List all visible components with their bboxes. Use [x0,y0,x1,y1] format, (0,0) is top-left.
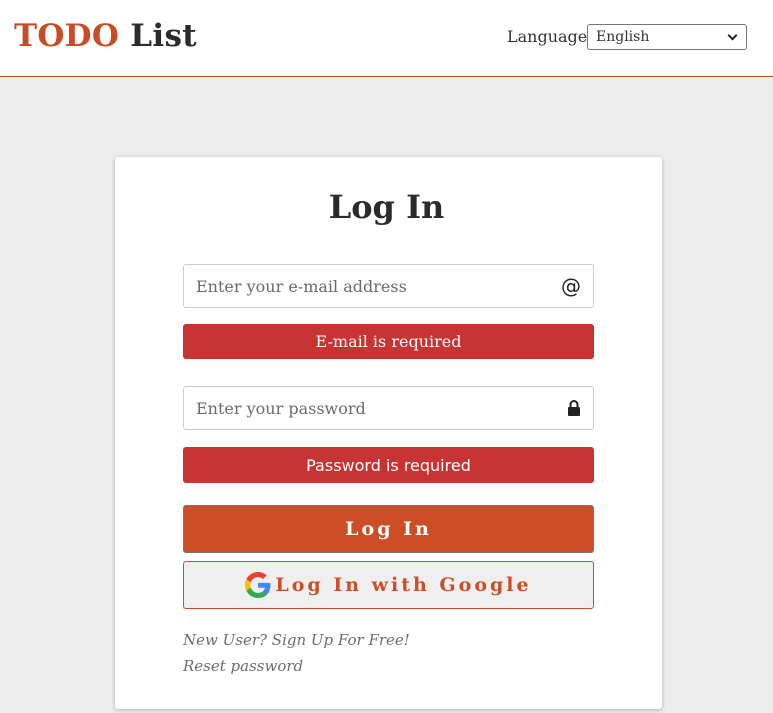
brand-logo[interactable]: TODO List [14,18,197,54]
email-placeholder: Enter your e-mail address [196,276,407,296]
language-label: Language [507,27,588,46]
reset-password-link[interactable]: Reset password [183,657,303,675]
brand-todo: TODO [14,18,120,54]
login-card [115,157,662,709]
password-placeholder: Enter your password [196,398,366,418]
google-icon [245,572,271,598]
top-navbar: TODO List Language English [0,0,773,77]
google-login-label: Log In with Google [275,574,532,596]
page-title: Log In [328,188,445,226]
signup-link[interactable]: New User? Sign Up For Free! [183,631,410,649]
language-selected-value: English [596,29,650,45]
chevron-down-icon [727,30,738,40]
google-login-button[interactable]: Log In with Google [183,561,594,609]
language-select[interactable]: English [587,24,747,50]
email-error-message: E-mail is required [183,324,594,359]
login-button-label: Log In [345,518,432,540]
brand-list: List [130,18,197,54]
password-field[interactable]: Enter your password [183,386,594,430]
email-field[interactable]: Enter your e-mail address @ [183,264,594,308]
at-icon: @ [561,274,581,298]
login-button[interactable]: Log In [183,505,594,553]
password-error-message: Password is required [183,447,594,483]
lock-icon [568,400,580,416]
